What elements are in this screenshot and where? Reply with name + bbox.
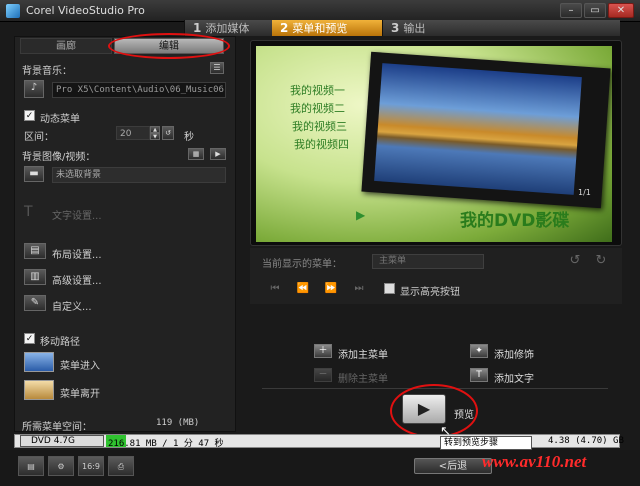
disc-type-value: DVD 4.7G [31, 436, 76, 446]
text-settings-button[interactable]: 文字设置... [52, 207, 102, 222]
tab-gallery[interactable]: 画廊 [20, 38, 112, 54]
customize-button[interactable]: 自定义... [52, 298, 92, 313]
step-label: 菜单和预览 [292, 22, 348, 35]
bg-music-label: 背景音乐： [22, 66, 72, 77]
interval-reset-icon[interactable]: ↺ [162, 126, 174, 140]
motion-menu-label: 动态菜单 [40, 114, 80, 125]
motion-menu-checkbox[interactable]: ✓ [24, 110, 35, 121]
dvd-title[interactable]: 我的DVD影碟 [460, 206, 569, 231]
advanced-icon[interactable]: ▥ [24, 269, 46, 285]
background-icon[interactable]: ▬ [24, 166, 44, 182]
music-file-icon[interactable]: ♪ [24, 80, 44, 98]
undo-icon[interactable]: ↺ [564, 253, 586, 269]
menu-in-thumbnail[interactable] [24, 352, 54, 372]
landscape-photo [374, 63, 582, 195]
delete-menu-icon[interactable]: － [314, 368, 332, 382]
video-icon[interactable]: ▶ [210, 148, 226, 160]
back-button[interactable]: <后退 [414, 458, 492, 474]
menu-in-label: 菜单进入 [60, 361, 100, 372]
next-icon[interactable]: ⏩ [320, 281, 342, 297]
add-main-menu-button[interactable]: 添加主菜单 [338, 346, 388, 361]
text-tool-icon: T [24, 204, 33, 220]
step-number: 3 [391, 21, 400, 35]
minimize-button[interactable]: – [560, 3, 582, 18]
show-highlight-label: 显示高亮按钮 [400, 287, 460, 298]
background-field[interactable]: 未选取背景 [52, 167, 226, 183]
page-indicator: 1/1 [578, 188, 591, 197]
capacity-text: 4.38 (4.70) GB [548, 436, 624, 446]
bg-image-label: 背景图像/视频： [22, 152, 96, 163]
current-menu-value: 主菜单 [379, 256, 407, 266]
interval-down-icon[interactable]: ▼ [150, 133, 160, 140]
current-menu-label: 当前显示的菜单： [262, 259, 342, 270]
interval-input[interactable]: 20 [116, 126, 150, 140]
interval-unit: 秒 [184, 132, 194, 143]
show-highlight-checkbox[interactable] [384, 283, 395, 294]
window-title: Corel VideoStudio Pro [26, 4, 145, 17]
add-decoration-button[interactable]: 添加修饰 [494, 346, 534, 361]
menu-out-thumbnail[interactable] [24, 380, 54, 400]
step-output[interactable]: 3 输出 [382, 20, 620, 36]
add-menu-icon[interactable]: ＋ [314, 344, 332, 358]
prev-icon[interactable]: ⏪ [292, 281, 314, 297]
app-logo-icon [6, 4, 20, 18]
project-settings-icon[interactable]: ▤ [18, 456, 44, 476]
current-menu-select[interactable]: 主菜单 [372, 254, 484, 269]
interval-label: 区间： [24, 132, 54, 143]
motion-path-label: 移动路径 [40, 337, 80, 348]
decoration-icon[interactable]: ✦ [470, 344, 488, 358]
printer-icon[interactable]: ⎙ [108, 456, 134, 476]
image-icon[interactable]: ▦ [188, 148, 204, 160]
highlight-ring [390, 384, 478, 438]
gear-icon[interactable]: ⚙ [48, 456, 74, 476]
space-value: 119 (MB) [156, 418, 200, 428]
step-label: 添加媒体 [205, 22, 250, 35]
bg-music-path-field[interactable]: Pro X5\Content\Audio\06_Music06.mpa [52, 82, 226, 98]
tooltip: 转到预览步骤 [440, 436, 532, 450]
text-icon[interactable]: T [470, 368, 488, 382]
maximize-icon[interactable]: ▭ [584, 3, 606, 18]
music-list-icon[interactable]: ☰ [210, 62, 224, 74]
first-icon[interactable]: ⏮ [264, 281, 286, 297]
last-icon[interactable]: ⏭ [348, 281, 370, 297]
cursor-icon: ↖ [440, 424, 451, 439]
step-number: 1 [193, 21, 202, 35]
menu-out-label: 菜单离开 [60, 389, 100, 400]
advanced-settings-button[interactable]: 高级设置... [52, 272, 102, 287]
space-label: 所需菜单空间： [22, 422, 92, 433]
add-text-button[interactable]: 添加文字 [494, 370, 534, 385]
customize-icon[interactable]: ✎ [24, 295, 46, 311]
redo-icon[interactable]: ↻ [590, 253, 612, 269]
layout-icon[interactable]: ▤ [24, 243, 46, 259]
step-menu-preview[interactable]: 2 菜单和预览 [272, 20, 382, 36]
delete-main-menu-button[interactable]: 删除主菜单 [338, 370, 388, 385]
disc-type-select[interactable]: DVD 4.7G [20, 435, 104, 447]
used-space-text: 216.81 MB / 1 分 47 秒 [108, 439, 224, 449]
layout-settings-button[interactable]: 布局设置... [52, 246, 102, 261]
watermark: www.av110.net [482, 452, 587, 471]
motion-path-checkbox[interactable]: ✓ [24, 333, 35, 344]
highlight-ring [108, 33, 230, 59]
interval-up-icon[interactable]: ▲ [150, 126, 160, 133]
play-arrow-icon[interactable]: ▶ [356, 208, 365, 222]
menu-item[interactable]: 我的视频二 [290, 100, 345, 116]
step-number: 2 [280, 21, 289, 35]
menu-item[interactable]: 我的视频一 [290, 82, 345, 98]
close-button[interactable]: ✕ [608, 3, 634, 18]
aspect-ratio-icon[interactable]: 16:9 [78, 456, 104, 476]
step-label: 输出 [403, 22, 426, 35]
menu-item[interactable]: 我的视频三 [292, 118, 347, 134]
menu-item[interactable]: 我的视频四 [294, 136, 349, 152]
